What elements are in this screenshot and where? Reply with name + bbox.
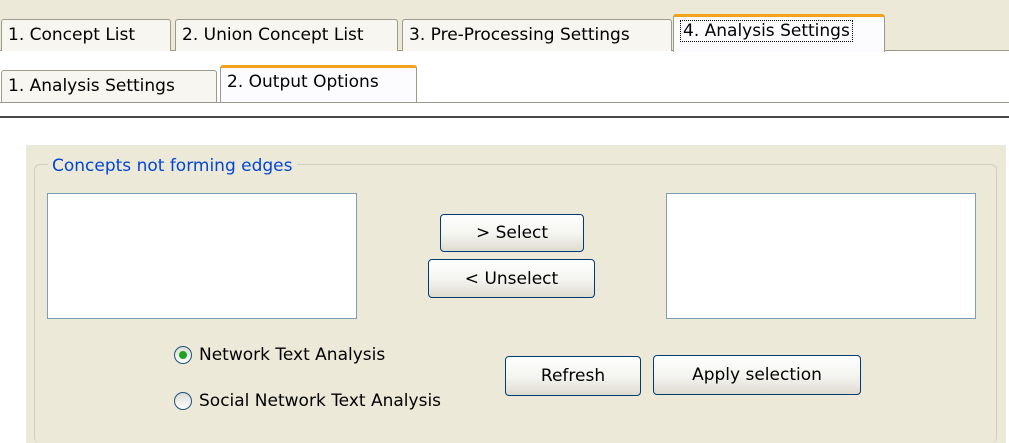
radio-social-network-text-analysis[interactable]: Social Network Text Analysis (174, 386, 504, 416)
radio-network-text-analysis[interactable]: Network Text Analysis (174, 340, 504, 370)
sub-tab-divider (0, 102, 1009, 103)
tab-label: 1. Analysis Settings (8, 76, 175, 96)
analysis-type-radio-group: Network Text Analysis Social Network Tex… (174, 340, 504, 420)
available-concepts-list[interactable] (47, 193, 357, 319)
subtab-output-options[interactable]: 2. Output Options (220, 65, 417, 103)
tab-pre-processing-settings[interactable]: 3. Pre-Processing Settings (402, 19, 672, 51)
radio-label: Social Network Text Analysis (199, 391, 442, 411)
tab-label: 3. Pre-Processing Settings (409, 25, 630, 45)
select-button[interactable]: > Select (440, 214, 584, 252)
refresh-button[interactable]: Refresh (505, 356, 641, 396)
tab-label: 1. Concept List (8, 25, 136, 45)
groupbox-title: Concepts not forming edges (48, 153, 297, 179)
unselect-button[interactable]: < Unselect (428, 259, 595, 298)
tab-analysis-settings[interactable]: 4. Analysis Settings (673, 14, 885, 52)
tab-label: 2. Union Concept List (182, 25, 364, 45)
tab-concept-list[interactable]: 1. Concept List (1, 19, 171, 51)
tab-label: 2. Output Options (227, 72, 379, 92)
radio-label: Network Text Analysis (199, 345, 386, 365)
subtab-analysis-settings[interactable]: 1. Analysis Settings (1, 70, 217, 102)
radio-checked-icon[interactable] (174, 346, 192, 364)
radio-unchecked-icon[interactable] (174, 392, 192, 410)
apply-selection-button[interactable]: Apply selection (653, 355, 861, 395)
tab-union-concept-list[interactable]: 2. Union Concept List (175, 19, 398, 51)
tab-label: 4. Analysis Settings (680, 20, 853, 42)
selected-concepts-list[interactable] (666, 193, 976, 319)
